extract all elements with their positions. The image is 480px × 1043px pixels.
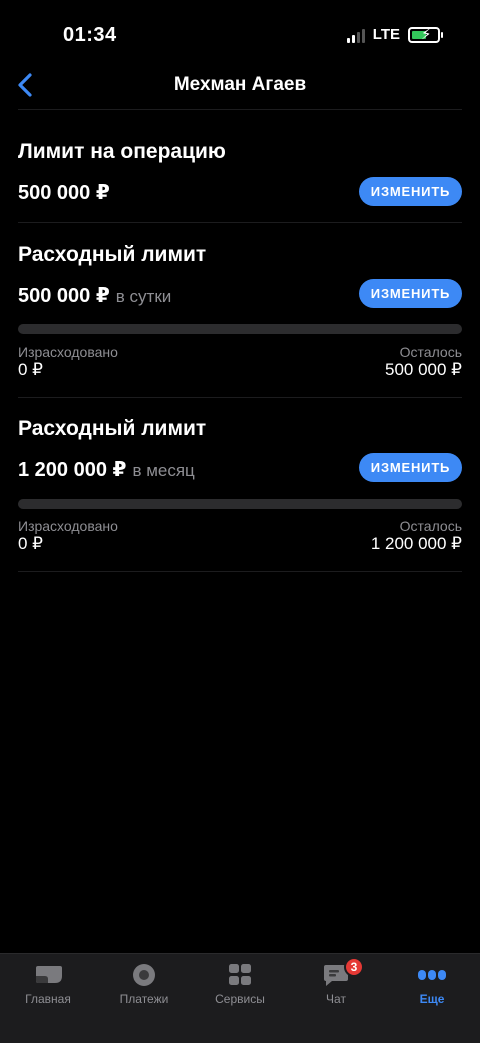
remaining-label: Осталось (399, 518, 462, 534)
limit-amount: 1 200 000 ₽ в месяц (18, 457, 195, 482)
remaining-label: Осталось (399, 344, 462, 360)
period-label: в сутки (115, 287, 172, 306)
page-title: Мехман Агаев (173, 74, 307, 95)
change-operation-limit-button[interactable]: ИЗМЕНИТЬ (359, 177, 462, 206)
more-dots-icon (418, 970, 446, 980)
remaining-value: 1 200 000 ₽ (370, 534, 462, 553)
status-bar: 01:34 LTE ⚡ (0, 0, 480, 64)
change-daily-limit-button[interactable]: ИЗМЕНИТЬ (359, 279, 462, 308)
tab-label: Еще (419, 992, 445, 1006)
period-label: в месяц (132, 461, 195, 480)
home-card-icon (36, 966, 62, 983)
tab-label: Сервисы (215, 992, 265, 1006)
section-title: Расходный лимит (18, 417, 207, 440)
tab-chat[interactable]: 3 Чат (288, 954, 384, 1043)
chat-unread-badge: 3 (344, 957, 364, 977)
spent-value: 0 ₽ (18, 534, 43, 553)
spent-label: Израсходовано (18, 518, 118, 534)
tab-more[interactable]: Еще (384, 954, 480, 1043)
bottom-tab-bar: Главная Платежи Сервисы 3 Чат Еще (0, 953, 480, 1043)
amount-value: 1 200 000 ₽ (18, 459, 127, 481)
tab-label: Чат (326, 992, 346, 1006)
spent-value: 0 ₽ (18, 360, 43, 379)
tab-services[interactable]: Сервисы (192, 954, 288, 1043)
amount-value: 500 000 ₽ (18, 285, 110, 307)
nav-header: Мехман Агаев (18, 64, 462, 110)
limit-amount: 500 000 ₽ (18, 180, 110, 205)
spent-label: Израсходовано (18, 344, 118, 360)
daily-limit-section: Расходный лимит 500 000 ₽ в сутки ИЗМЕНИТ… (18, 223, 462, 398)
limit-progress-bar (18, 499, 462, 509)
limit-per-operation-section: Лимит на операцию 500 000 ₽ ИЗМЕНИТЬ (18, 110, 462, 223)
payments-circle-icon (133, 964, 155, 986)
tab-home[interactable]: Главная (0, 954, 96, 1043)
status-indicators: LTE ⚡ (346, 26, 443, 43)
section-title: Лимит на операцию (18, 140, 226, 163)
battery-icon: ⚡ (408, 26, 443, 43)
remaining-value: 500 000 ₽ (385, 360, 462, 379)
services-grid-icon (229, 964, 251, 985)
amount-value: 500 000 ₽ (18, 182, 110, 204)
signal-icon (346, 27, 365, 43)
section-title: Расходный лимит (18, 243, 207, 266)
tab-label: Платежи (119, 992, 169, 1006)
status-time: 01:34 (63, 24, 117, 46)
monthly-limit-section: Расходный лимит 1 200 000 ₽ в месяц ИЗМЕН… (18, 398, 462, 572)
tab-payments[interactable]: Платежи (96, 954, 192, 1043)
change-monthly-limit-button[interactable]: ИЗМЕНИТЬ (359, 453, 462, 482)
limit-progress-bar (18, 324, 462, 334)
limit-amount: 500 000 ₽ в сутки (18, 283, 171, 308)
tab-label: Главная (25, 992, 71, 1006)
network-type: LTE (372, 26, 400, 43)
